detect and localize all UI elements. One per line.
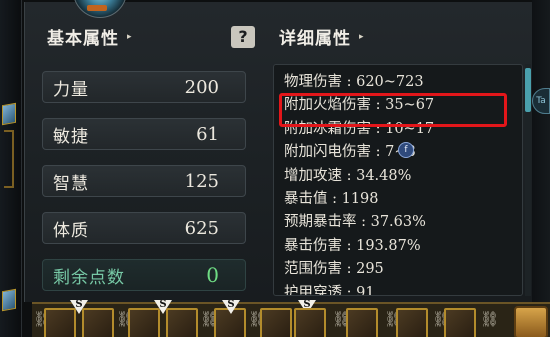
detail-item: 增加攻速 : 34.48% [284, 167, 412, 184]
attr-row-constitution: 体质 625 [42, 212, 246, 244]
detail-item: 暴击伤害 : 193.87% [284, 237, 421, 254]
detail-scrollbar[interactable] [525, 64, 531, 296]
detail-item: 暴击值 : 1198 [284, 190, 379, 207]
basic-attributes-label: 基本属性 [47, 29, 119, 49]
attr-label: 体质 [53, 220, 89, 241]
attr-value: 61 [196, 123, 219, 145]
detail-item: 预期暴击率 : 37.63% [284, 214, 426, 231]
detail-item: 护甲穿透 : 91 [284, 284, 375, 296]
detailed-attributes-title[interactable]: 详细属性 ▸ [279, 24, 365, 49]
skill-bar: ⛓ S ⛓ S ⛓ S ⛓ S ⛓ ⛓ ⛓ ⛓ [32, 300, 550, 337]
gem-icon [2, 102, 16, 126]
skill-slot[interactable] [128, 308, 160, 337]
caret-right-icon: ▸ [127, 31, 133, 42]
left-side-frame [0, 0, 22, 337]
chain-icon: ⛓ [480, 310, 500, 328]
scroll-thumb[interactable] [525, 68, 531, 112]
attr-value: 200 [184, 76, 219, 98]
skill-slot[interactable] [44, 308, 76, 337]
highlight-box [279, 93, 507, 127]
skill-slot[interactable] [260, 308, 292, 337]
detailed-attributes-label: 详细属性 [279, 29, 351, 49]
avatar-decoration [87, 5, 107, 11]
caret-right-icon: ▸ [359, 31, 365, 42]
attr-label: 智慧 [53, 173, 89, 194]
chest-icon[interactable] [514, 306, 548, 337]
remaining-points-label: 剩余点数 [53, 267, 125, 288]
basic-attributes-title[interactable]: 基本属性 ▸ [47, 24, 133, 49]
skill-slot[interactable] [294, 308, 326, 337]
cursor-marker: f [398, 142, 414, 158]
skill-slot[interactable] [444, 308, 476, 337]
attr-value: 125 [184, 170, 219, 192]
remaining-points-row: 剩余点数 0 [42, 259, 246, 291]
attr-label: 力量 [53, 79, 89, 100]
attr-row-agility: 敏捷 61 [42, 118, 246, 150]
help-icon[interactable]: ? [231, 26, 255, 48]
attr-label: 敏捷 [53, 126, 89, 147]
skill-slot[interactable] [346, 308, 378, 337]
skill-slot[interactable] [166, 308, 198, 337]
attr-value: 625 [184, 217, 219, 239]
remaining-points-value: 0 [206, 263, 219, 287]
attr-row-strength: 力量 200 [42, 71, 246, 103]
attr-row-wisdom: 智慧 125 [42, 165, 246, 197]
right-side-frame [532, 0, 550, 337]
detail-item: 物理伤害 : 620~723 [284, 74, 424, 90]
skill-slot[interactable] [82, 308, 114, 337]
attributes-panel: 基本属性 ▸ ? 详细属性 ▸ 力量 200 敏捷 61 智慧 125 体质 6… [24, 0, 550, 302]
frame-decoration [4, 130, 14, 188]
skill-slot[interactable] [396, 308, 428, 337]
detail-item: 范围伤害 : 295 [284, 261, 384, 278]
gem-icon [2, 288, 16, 312]
